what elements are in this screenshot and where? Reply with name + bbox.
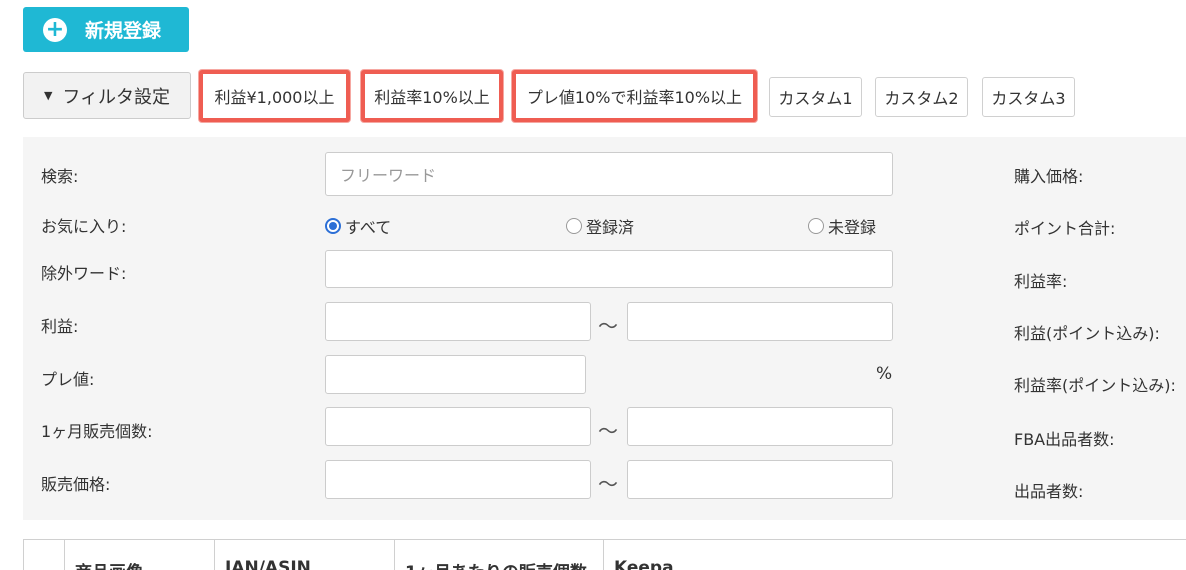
percent-unit: % [876, 364, 893, 384]
favorite-label: お気に入り: [41, 217, 127, 236]
exclude-label: 除外ワード: [41, 264, 127, 283]
sellers-label: 出品者数: [1014, 482, 1084, 501]
price-label: 販売価格: [41, 475, 111, 494]
preset-premium-margin[interactable]: プレ値10%で利益率10%以上 [512, 70, 757, 122]
favorite-radio-unregistered[interactable]: 未登録 [808, 214, 876, 238]
favorite-option-label: 未登録 [828, 218, 877, 237]
range-separator: 〜 [598, 419, 618, 443]
premium-label: プレ値: [41, 370, 95, 389]
filter-settings-label: フィルタ設定 [62, 86, 171, 108]
table-header-image[interactable]: 商品画像 [65, 540, 215, 570]
favorite-option-label: すべて [345, 218, 392, 237]
preset-custom-3[interactable]: カスタム3 [982, 77, 1075, 117]
table-header-monthly-sales[interactable]: 1ヶ月あたりの販売個数 [395, 540, 604, 570]
results-table-header: 商品画像 JAN/ASIN 1ヶ月あたりの販売個数 Keepa [23, 539, 1186, 570]
caret-down-icon: ▼ [43, 89, 53, 102]
exclude-word-input[interactable] [325, 250, 893, 288]
plus-circle-icon: + [43, 17, 67, 42]
profit-with-points-label: 利益(ポイント込み): [1014, 324, 1160, 343]
filter-settings-button[interactable]: ▼ フィルタ設定 [23, 72, 191, 119]
favorite-option-label: 登録済 [586, 218, 635, 237]
margin-with-points-label: 利益率(ポイント込み): [1014, 376, 1176, 395]
fba-sellers-label: FBA出品者数: [1014, 430, 1115, 449]
range-separator: 〜 [598, 472, 618, 496]
monthly-sales-label: 1ヶ月販売個数: [41, 422, 153, 441]
preset-profit-1000[interactable]: 利益¥1,000以上 [199, 70, 350, 122]
table-header-keepa[interactable]: Keepa [604, 540, 1186, 570]
radio-selected-icon [325, 218, 341, 234]
favorite-radio-registered[interactable]: 登録済 [566, 214, 634, 238]
profit-min-input[interactable] [325, 302, 591, 341]
monthly-sales-min-input[interactable] [325, 407, 591, 446]
preset-margin-10[interactable]: 利益率10%以上 [361, 70, 503, 122]
price-max-input[interactable] [627, 460, 893, 499]
monthly-sales-max-input[interactable] [627, 407, 893, 446]
range-separator: 〜 [598, 314, 618, 338]
profit-label: 利益: [41, 317, 79, 336]
new-register-button[interactable]: + 新規登録 [23, 7, 189, 52]
search-input[interactable]: フリーワード [325, 152, 893, 196]
points-total-label: ポイント合計: [1014, 219, 1116, 238]
margin-label: 利益率: [1014, 272, 1068, 291]
purchase-price-label: 購入価格: [1014, 167, 1084, 186]
preset-custom-1[interactable]: カスタム1 [769, 77, 862, 117]
new-register-label: 新規登録 [85, 20, 162, 42]
preset-custom-2[interactable]: カスタム2 [875, 77, 968, 117]
favorite-radio-all[interactable]: すべて [325, 214, 391, 238]
search-label: 検索: [41, 167, 79, 186]
profit-max-input[interactable] [627, 302, 893, 341]
radio-icon [566, 218, 582, 234]
table-header-jan-asin[interactable]: JAN/ASIN [215, 540, 395, 570]
table-header-select[interactable] [24, 540, 65, 570]
premium-input[interactable] [325, 355, 586, 394]
price-min-input[interactable] [325, 460, 591, 499]
radio-icon [808, 218, 824, 234]
